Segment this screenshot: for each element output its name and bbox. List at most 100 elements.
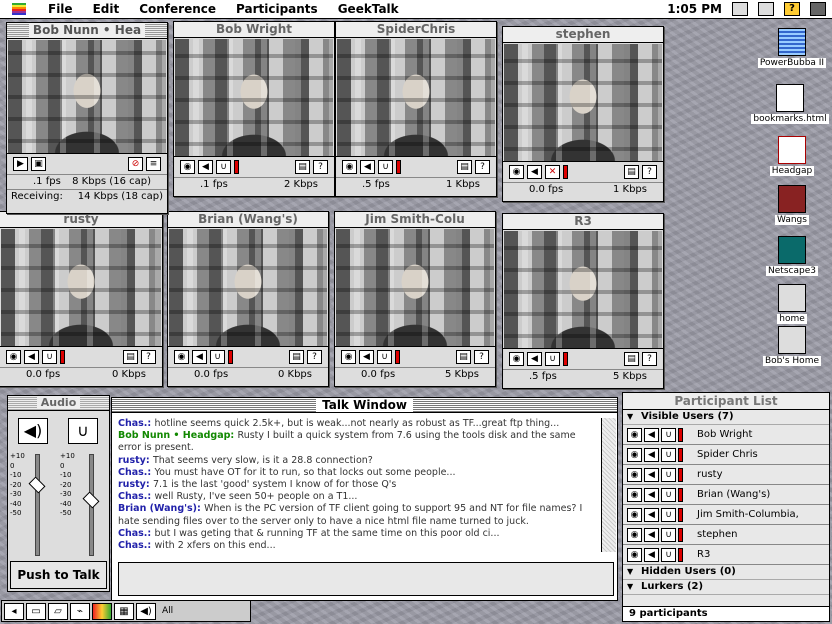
participant-row[interactable]: ◉ ◀ ∪ rusty (623, 465, 829, 485)
desktop-icon-wangs[interactable]: Wangs (752, 185, 832, 225)
help-icon[interactable]: ? (784, 2, 800, 16)
video-window-rusty[interactable]: rusty ◉ ◀ ∪ ▤? 0.0 fps 0 Kbps (0, 211, 163, 387)
speaker-volume-slider[interactable] (26, 454, 46, 556)
speaker-icon[interactable]: ◀ (198, 160, 213, 174)
video-window-title[interactable]: rusty (0, 212, 162, 228)
audio-window[interactable]: Audio ◀) ∪ +10 0 -10 -20 -30 -40 -50 +10 0 -10 -2… (7, 395, 110, 592)
speaker-icon[interactable]: ◀ (644, 527, 659, 542)
video-window-spiderchris[interactable]: SpiderChris ◉ ◀ ∪ ▤? .5 fps 1 Kbps (335, 21, 497, 197)
settings-icon[interactable]: ≡ (146, 157, 161, 171)
chat-input[interactable] (118, 562, 614, 596)
mic-icon[interactable]: ∪ (378, 160, 393, 174)
chat-icon[interactable]: ▤ (123, 350, 138, 364)
eye-icon[interactable]: ◉ (342, 160, 357, 174)
computer-icon[interactable]: ▭ (26, 602, 46, 620)
eye-icon[interactable]: ◉ (627, 427, 642, 442)
speaker-icon[interactable]: ◀ (644, 487, 659, 502)
mic-icon[interactable]: ∪ (377, 350, 392, 364)
speaker-icon[interactable]: ◀ (359, 350, 374, 364)
eye-icon[interactable]: ◉ (627, 527, 642, 542)
participant-row[interactable]: ◉ ◀ ∪ Bob Wright (623, 425, 829, 445)
eye-icon[interactable]: ◉ (627, 467, 642, 482)
video-window-title[interactable]: Brian (Wang's) (168, 212, 328, 228)
eye-icon[interactable]: ◉ (174, 350, 189, 364)
appletalk-icon[interactable]: ⌁ (70, 602, 90, 620)
menu-file[interactable]: File (38, 2, 83, 16)
speaker-icon[interactable]: ◀) (18, 418, 48, 444)
mic-icon[interactable]: ∪ (216, 160, 231, 174)
video-window-brian[interactable]: Brian (Wang's) ◉ ◀ ∪ ▤? 0.0 fps 0 Kbps (167, 211, 329, 387)
menu-geektalk[interactable]: GeekTalk (328, 2, 409, 16)
video-window-title[interactable]: Bob Wright (174, 22, 334, 38)
microphone-icon[interactable]: ∪ (68, 418, 98, 444)
menu-edit[interactable]: Edit (83, 2, 130, 16)
eye-icon[interactable]: ◉ (341, 350, 356, 364)
snapshot-icon[interactable]: ▣ (31, 157, 46, 171)
chat-icon[interactable]: ▤ (624, 165, 639, 179)
participant-row[interactable]: ◉ ◀ ∪ Spider Chris (623, 445, 829, 465)
mic-icon[interactable]: ∪ (661, 467, 676, 482)
monitor-colors-icon[interactable] (92, 602, 112, 620)
desktop-icon-home[interactable]: home (752, 284, 832, 324)
application-icon[interactable] (810, 2, 826, 16)
video-window-bob-wright[interactable]: Bob Wright ◉ ◀ ∪ ▤? .1 fps 2 Kbps (173, 21, 335, 197)
desktop-icon-headgap[interactable]: Headgap (752, 136, 832, 176)
chat-icon[interactable]: ▤ (295, 160, 310, 174)
mic-icon[interactable]: ∪ (661, 527, 676, 542)
speaker-icon[interactable]: ◀ (644, 447, 659, 462)
mic-muted-icon[interactable]: ✕ (545, 165, 560, 179)
eye-icon[interactable]: ◉ (627, 447, 642, 462)
chat-icon[interactable]: ▤ (624, 352, 639, 366)
desktop-icon-bookmarks[interactable]: bookmarks.html (750, 84, 830, 124)
chat-icon[interactable]: ▤ (289, 350, 304, 364)
menu-clock[interactable]: 1:05 PM (667, 2, 722, 16)
hidden-users-header[interactable]: Hidden Users (0) (623, 565, 829, 580)
mic-icon[interactable]: ∪ (661, 447, 676, 462)
chat-icon[interactable]: ▤ (457, 160, 472, 174)
modem-icon[interactable] (758, 2, 774, 16)
participant-list-title[interactable]: Participant List (623, 393, 829, 410)
participant-row[interactable]: ◉ ◀ ∪ Brian (Wang's) (623, 485, 829, 505)
info-icon[interactable]: ? (474, 350, 489, 364)
video-window-stephen[interactable]: stephen ◉ ◀ ✕ ▤? 0.0 fps 1 Kbps (502, 26, 664, 202)
slider-knob[interactable] (28, 476, 46, 494)
speaker-icon[interactable]: ◀ (527, 165, 542, 179)
mic-icon[interactable]: ∪ (545, 352, 560, 366)
speaker-icon[interactable]: ◀ (360, 160, 375, 174)
video-window-title[interactable]: Jim Smith-Colu (335, 212, 495, 228)
mic-icon[interactable]: ∪ (42, 350, 57, 364)
info-icon[interactable]: ? (141, 350, 156, 364)
speaker-icon[interactable]: ◀ (24, 350, 39, 364)
printer-icon[interactable] (732, 2, 748, 16)
resolution-icon[interactable]: ▦ (114, 602, 134, 620)
strip-arrow-icon[interactable]: ◂ (4, 602, 24, 620)
speaker-icon[interactable]: ◀ (644, 547, 659, 562)
video-window-title[interactable]: stephen (503, 27, 663, 43)
participant-row[interactable]: ◉ ◀ ∪ Jim Smith-Columbia, (623, 505, 829, 525)
eye-icon[interactable]: ◉ (627, 547, 642, 562)
video-window-title[interactable]: Bob Nunn • Hea (7, 23, 167, 39)
slider-knob[interactable] (82, 491, 100, 509)
desktop-icon-powerbubba[interactable]: PowerBubba II (752, 28, 832, 68)
eye-icon[interactable]: ◉ (627, 487, 642, 502)
mic-level-slider[interactable] (80, 454, 100, 556)
video-window-jim-smith[interactable]: Jim Smith-Colu ◉ ◀ ∪ ▤? 0.0 fps 5 Kbps (334, 211, 496, 387)
eye-icon[interactable]: ◉ (180, 160, 195, 174)
video-window-title[interactable]: R3 (503, 214, 663, 230)
chat-transcript[interactable]: Chas.: hotline seems quick 2.5k+, but is… (118, 418, 600, 552)
speaker-icon[interactable]: ◀ (644, 507, 659, 522)
talk-window[interactable]: Talk Window Chas.: hotline seems quick 2… (111, 397, 618, 601)
speaker-icon[interactable]: ◀ (644, 467, 659, 482)
participant-list-window[interactable]: Participant List Visible Users (7) ◉◀∪Bo… (622, 392, 830, 622)
menu-conference[interactable]: Conference (129, 2, 226, 16)
talk-window-title[interactable]: Talk Window (112, 398, 617, 413)
eye-icon[interactable]: ◉ (509, 165, 524, 179)
lurkers-header[interactable]: Lurkers (2) (623, 580, 829, 595)
desktop-icon-bobs-home[interactable]: Bob's Home (752, 326, 832, 366)
video-window-r3[interactable]: R3 ◉ ◀ ∪ ▤? .5 fps 5 Kbps (502, 213, 664, 389)
speaker-icon[interactable]: ◀ (527, 352, 542, 366)
chat-scrollbar[interactable] (601, 418, 616, 552)
eye-icon[interactable]: ◉ (509, 352, 524, 366)
info-icon[interactable]: ? (642, 165, 657, 179)
info-icon[interactable]: ? (642, 352, 657, 366)
